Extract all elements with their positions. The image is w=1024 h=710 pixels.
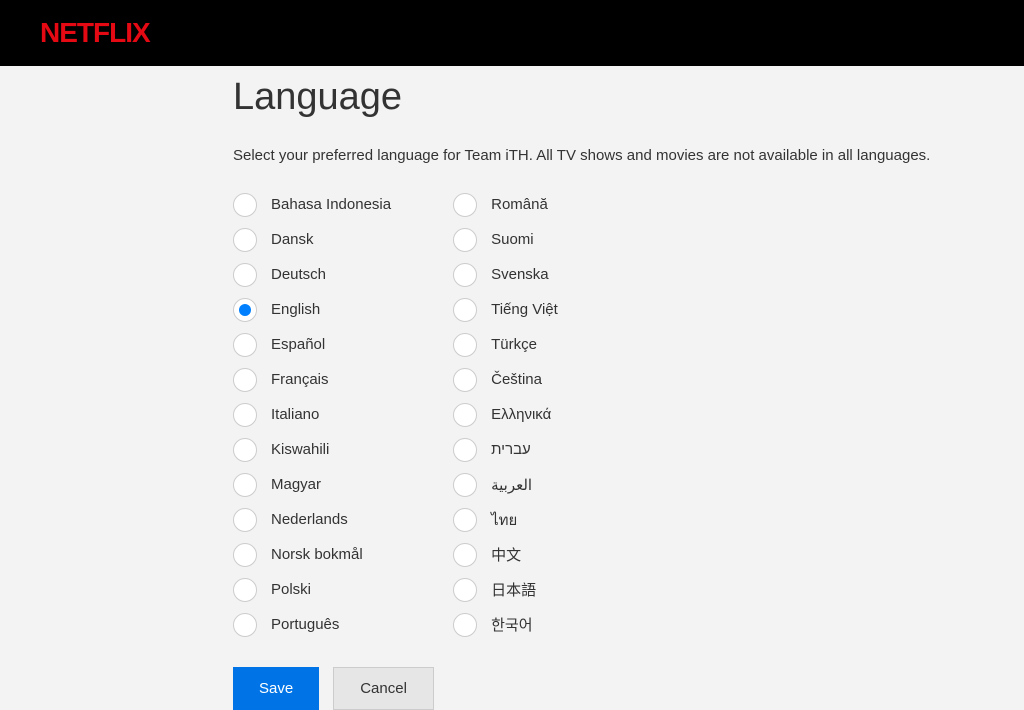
- radio-button[interactable]: [453, 228, 477, 252]
- action-buttons: Save Cancel: [233, 667, 1024, 710]
- language-option[interactable]: ไทย: [453, 507, 558, 532]
- language-option[interactable]: 中文: [453, 542, 558, 567]
- language-label: Svenska: [491, 266, 549, 283]
- radio-button[interactable]: [453, 543, 477, 567]
- language-label: 한국어: [491, 614, 532, 635]
- language-option[interactable]: English: [233, 297, 391, 322]
- page-subtitle: Select your preferred language for Team …: [233, 147, 1024, 164]
- language-label: Kiswahili: [271, 441, 329, 458]
- language-option[interactable]: 日本語: [453, 577, 558, 602]
- app-header: NETFLIX: [0, 0, 1024, 66]
- radio-button[interactable]: [453, 578, 477, 602]
- language-option[interactable]: Polski: [233, 577, 391, 602]
- language-label: 日本語: [491, 579, 536, 600]
- language-option[interactable]: Svenska: [453, 262, 558, 287]
- page-title: Language: [233, 76, 1024, 119]
- radio-button[interactable]: [453, 613, 477, 637]
- language-option[interactable]: Bahasa Indonesia: [233, 192, 391, 217]
- language-label: العربية: [491, 476, 532, 494]
- language-option[interactable]: Tiếng Việt: [453, 297, 558, 322]
- language-label: 中文: [491, 544, 521, 565]
- language-option[interactable]: 한국어: [453, 612, 558, 637]
- main-content: Language Select your preferred language …: [0, 66, 1024, 710]
- language-option[interactable]: Ελληνικά: [453, 402, 558, 427]
- language-label: Bahasa Indonesia: [271, 196, 391, 213]
- radio-button[interactable]: [233, 543, 257, 567]
- language-label: Português: [271, 616, 339, 633]
- language-option[interactable]: العربية: [453, 472, 558, 497]
- radio-button[interactable]: [233, 228, 257, 252]
- radio-button[interactable]: [453, 333, 477, 357]
- language-label: Nederlands: [271, 511, 348, 528]
- language-option[interactable]: Dansk: [233, 227, 391, 252]
- language-label: עברית: [491, 441, 531, 458]
- radio-button[interactable]: [233, 193, 257, 217]
- language-label: ไทย: [491, 508, 517, 532]
- language-option[interactable]: Español: [233, 332, 391, 357]
- save-button[interactable]: Save: [233, 667, 319, 710]
- language-column-1: Bahasa Indonesia Dansk Deutsch English Españ…: [233, 192, 391, 637]
- radio-button[interactable]: [233, 368, 257, 392]
- radio-button[interactable]: [453, 263, 477, 287]
- language-column-2: Română Suomi Svenska Tiếng Việt Türkçe Češtin…: [453, 192, 558, 637]
- radio-button[interactable]: [453, 508, 477, 532]
- language-option[interactable]: Nederlands: [233, 507, 391, 532]
- radio-button[interactable]: [453, 473, 477, 497]
- language-columns: Bahasa Indonesia Dansk Deutsch English Españ…: [233, 192, 1024, 637]
- radio-button[interactable]: [233, 298, 257, 322]
- radio-button[interactable]: [233, 508, 257, 532]
- language-option[interactable]: Kiswahili: [233, 437, 391, 462]
- radio-button[interactable]: [233, 613, 257, 637]
- language-option[interactable]: עברית: [453, 437, 558, 462]
- language-label: Dansk: [271, 231, 314, 248]
- language-label: Tiếng Việt: [491, 301, 558, 318]
- language-label: Suomi: [491, 231, 534, 248]
- radio-button[interactable]: [453, 368, 477, 392]
- language-option[interactable]: Română: [453, 192, 558, 217]
- cancel-button[interactable]: Cancel: [333, 667, 434, 710]
- language-label: Čeština: [491, 371, 542, 388]
- language-option[interactable]: Suomi: [453, 227, 558, 252]
- radio-button[interactable]: [453, 438, 477, 462]
- language-option[interactable]: Norsk bokmål: [233, 542, 391, 567]
- radio-button[interactable]: [453, 193, 477, 217]
- radio-button[interactable]: [233, 403, 257, 427]
- radio-button[interactable]: [233, 438, 257, 462]
- language-option[interactable]: Türkçe: [453, 332, 558, 357]
- radio-button[interactable]: [233, 578, 257, 602]
- language-label: Türkçe: [491, 336, 537, 353]
- language-label: Deutsch: [271, 266, 326, 283]
- language-label: Magyar: [271, 476, 321, 493]
- language-option[interactable]: Deutsch: [233, 262, 391, 287]
- language-label: Română: [491, 196, 548, 213]
- radio-button[interactable]: [233, 333, 257, 357]
- radio-button[interactable]: [233, 473, 257, 497]
- language-label: English: [271, 301, 320, 318]
- netflix-logo[interactable]: NETFLIX: [40, 17, 150, 49]
- language-option[interactable]: Italiano: [233, 402, 391, 427]
- radio-button[interactable]: [453, 298, 477, 322]
- language-label: Polski: [271, 581, 311, 598]
- language-label: Italiano: [271, 406, 319, 423]
- language-option[interactable]: Français: [233, 367, 391, 392]
- language-label: Español: [271, 336, 325, 353]
- language-label: Norsk bokmål: [271, 546, 363, 563]
- language-label: Français: [271, 371, 329, 388]
- language-option[interactable]: Magyar: [233, 472, 391, 497]
- radio-button[interactable]: [453, 403, 477, 427]
- language-label: Ελληνικά: [491, 406, 551, 423]
- language-option[interactable]: Čeština: [453, 367, 558, 392]
- language-option[interactable]: Português: [233, 612, 391, 637]
- radio-button[interactable]: [233, 263, 257, 287]
